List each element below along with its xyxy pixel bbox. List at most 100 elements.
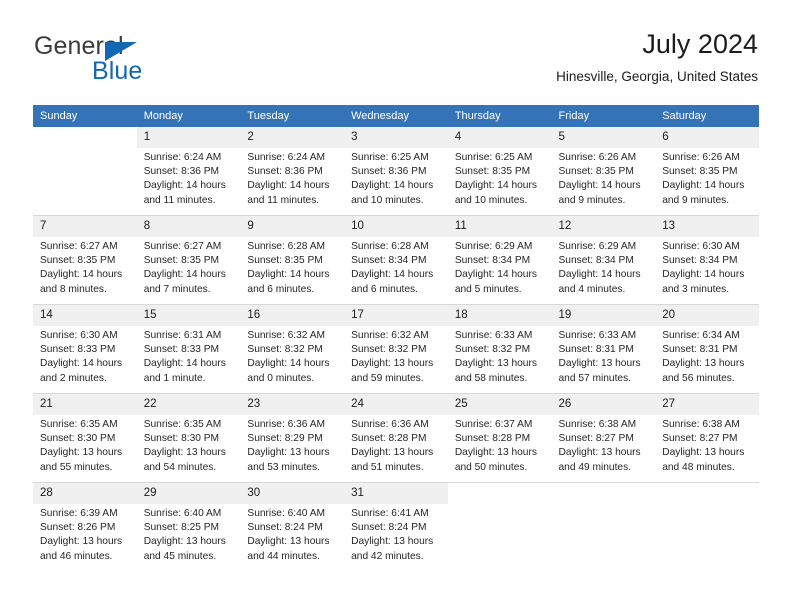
calendar-day-cell[interactable]: 20 Sunrise: 6:34 AM Sunset: 8:31 PM Dayl… <box>655 304 759 394</box>
day-number <box>33 127 137 148</box>
calendar-day-cell[interactable]: 31 Sunrise: 6:41 AM Sunset: 8:24 PM Dayl… <box>344 482 448 571</box>
calendar-day-cell[interactable]: 7 Sunrise: 6:27 AM Sunset: 8:35 PM Dayli… <box>33 215 137 305</box>
calendar-day-cell[interactable]: 9 Sunrise: 6:28 AM Sunset: 8:35 PM Dayli… <box>240 215 345 305</box>
calendar-day-cell[interactable]: 24 Sunrise: 6:36 AM Sunset: 8:28 PM Dayl… <box>344 393 448 483</box>
calendar-day-cell[interactable]: 23 Sunrise: 6:36 AM Sunset: 8:29 PM Dayl… <box>240 393 345 483</box>
sunset-text: Sunset: 8:25 PM <box>143 522 220 534</box>
calendar-day-cell[interactable]: 26 Sunrise: 6:38 AM Sunset: 8:27 PM Dayl… <box>551 393 656 483</box>
day-details: Sunrise: 6:33 AM Sunset: 8:31 PM Dayligh… <box>552 326 656 386</box>
daylight-text-line2: and 11 minutes. <box>143 194 216 206</box>
calendar-week-row: 21 Sunrise: 6:35 AM Sunset: 8:30 PM Dayl… <box>33 393 759 483</box>
daylight-text-line1: Daylight: 13 hours <box>247 447 330 459</box>
daylight-text-line1: Daylight: 14 hours <box>247 358 330 370</box>
sunset-text: Sunset: 8:35 PM <box>247 255 323 267</box>
daylight-text-line1: Daylight: 14 hours <box>454 269 537 281</box>
sunset-text: Sunset: 8:31 PM <box>662 344 738 356</box>
calendar-day-cell[interactable]: 8 Sunrise: 6:27 AM Sunset: 8:35 PM Dayli… <box>136 215 241 305</box>
day-details: Sunrise: 6:28 AM Sunset: 8:34 PM Dayligh… <box>344 237 448 297</box>
calendar-day-cell[interactable]: 17 Sunrise: 6:32 AM Sunset: 8:32 PM Dayl… <box>344 304 448 394</box>
day-details: Sunrise: 6:29 AM Sunset: 8:34 PM Dayligh… <box>552 237 656 297</box>
sunset-text: Sunset: 8:34 PM <box>558 255 634 267</box>
sunrise-text: Sunrise: 6:29 AM <box>454 241 533 252</box>
daylight-text-line2: and 42 minutes. <box>351 550 424 562</box>
calendar-day-cell[interactable]: 4 Sunrise: 6:25 AM Sunset: 8:35 PM Dayli… <box>447 127 552 216</box>
calendar-day-cell[interactable]: 27 Sunrise: 6:38 AM Sunset: 8:27 PM Dayl… <box>655 393 759 483</box>
calendar-day-cell[interactable]: 18 Sunrise: 6:33 AM Sunset: 8:32 PM Dayl… <box>447 304 552 394</box>
brand-logo[interactable]: General Blue <box>34 32 254 92</box>
calendar-day-cell[interactable]: 12 Sunrise: 6:29 AM Sunset: 8:34 PM Dayl… <box>551 215 656 305</box>
daylight-text-line2: and 50 minutes. <box>454 461 528 473</box>
calendar-day-cell[interactable]: 6 Sunrise: 6:26 AM Sunset: 8:35 PM Dayli… <box>655 127 759 216</box>
calendar-day-cell[interactable]: 25 Sunrise: 6:37 AM Sunset: 8:28 PM Dayl… <box>447 393 552 483</box>
day-details: Sunrise: 6:27 AM Sunset: 8:35 PM Dayligh… <box>137 237 241 297</box>
sunset-text: Sunset: 8:35 PM <box>558 166 634 178</box>
calendar-day-cell[interactable]: 22 Sunrise: 6:35 AM Sunset: 8:30 PM Dayl… <box>136 393 241 483</box>
weekday-header-tuesday: Tuesday <box>240 105 345 127</box>
sunset-text: Sunset: 8:36 PM <box>143 166 220 178</box>
sunset-text: Sunset: 8:27 PM <box>558 433 634 445</box>
sunrise-text: Sunrise: 6:24 AM <box>143 152 222 163</box>
calendar-day-cell[interactable]: 1 Sunrise: 6:24 AM Sunset: 8:36 PM Dayli… <box>136 127 241 216</box>
calendar-day-cell[interactable]: 3 Sunrise: 6:25 AM Sunset: 8:36 PM Dayli… <box>344 127 448 216</box>
calendar-day-cell[interactable]: 28 Sunrise: 6:39 AM Sunset: 8:26 PM Dayl… <box>33 482 137 571</box>
daylight-text-line2: and 58 minutes. <box>454 372 528 384</box>
daylight-text-line1: Daylight: 14 hours <box>143 180 226 192</box>
sunset-text: Sunset: 8:36 PM <box>351 166 427 178</box>
day-number: 4 <box>447 127 552 148</box>
calendar-day-cell[interactable]: 19 Sunrise: 6:33 AM Sunset: 8:31 PM Dayl… <box>551 304 656 394</box>
calendar-week-row: 7 Sunrise: 6:27 AM Sunset: 8:35 PM Dayli… <box>33 215 759 305</box>
calendar-day-cell[interactable]: 15 Sunrise: 6:31 AM Sunset: 8:33 PM Dayl… <box>136 304 241 394</box>
sunrise-text: Sunrise: 6:40 AM <box>143 508 222 519</box>
weekday-header-friday: Friday <box>551 105 656 127</box>
calendar-day-cell-empty <box>551 482 656 571</box>
sunrise-text: Sunrise: 6:33 AM <box>558 330 637 341</box>
sunrise-text: Sunrise: 6:27 AM <box>40 241 118 252</box>
day-number: 29 <box>136 483 241 504</box>
brand-name-blue: Blue <box>92 57 143 85</box>
day-number: 31 <box>344 483 448 504</box>
day-number: 13 <box>655 216 759 237</box>
weekday-header-wednesday: Wednesday <box>344 105 448 127</box>
calendar-day-cell[interactable]: 13 Sunrise: 6:30 AM Sunset: 8:34 PM Dayl… <box>655 215 759 305</box>
daylight-text-line2: and 57 minutes. <box>558 372 632 384</box>
calendar-day-cell[interactable]: 30 Sunrise: 6:40 AM Sunset: 8:24 PM Dayl… <box>240 482 345 571</box>
calendar-day-cell[interactable]: 14 Sunrise: 6:30 AM Sunset: 8:33 PM Dayl… <box>33 304 137 394</box>
daylight-text-line1: Daylight: 13 hours <box>40 447 123 459</box>
sunrise-text: Sunrise: 6:25 AM <box>351 152 429 163</box>
sunset-text: Sunset: 8:27 PM <box>662 433 738 445</box>
sunset-text: Sunset: 8:32 PM <box>454 344 531 356</box>
day-number: 1 <box>136 127 241 148</box>
day-details: Sunrise: 6:39 AM Sunset: 8:26 PM Dayligh… <box>33 504 137 564</box>
daylight-text-line1: Daylight: 13 hours <box>558 358 641 370</box>
page-title: July 2024 <box>642 29 758 59</box>
calendar-day-cell[interactable]: 29 Sunrise: 6:40 AM Sunset: 8:25 PM Dayl… <box>136 482 241 571</box>
day-details: Sunrise: 6:31 AM Sunset: 8:33 PM Dayligh… <box>137 326 241 386</box>
calendar-day-cell[interactable]: 16 Sunrise: 6:32 AM Sunset: 8:32 PM Dayl… <box>240 304 345 394</box>
daylight-text-line1: Daylight: 13 hours <box>351 536 434 548</box>
calendar-week-row: 1 Sunrise: 6:24 AM Sunset: 8:36 PM Dayli… <box>33 127 759 216</box>
day-number: 22 <box>136 394 241 415</box>
sunrise-text: Sunrise: 6:27 AM <box>143 241 222 252</box>
daylight-text-line2: and 7 minutes. <box>143 283 211 295</box>
day-number <box>448 483 552 504</box>
sunset-text: Sunset: 8:26 PM <box>40 522 116 534</box>
calendar-day-cell[interactable]: 5 Sunrise: 6:26 AM Sunset: 8:35 PM Dayli… <box>551 127 656 216</box>
day-details: Sunrise: 6:35 AM Sunset: 8:30 PM Dayligh… <box>33 415 137 475</box>
calendar-day-cell[interactable]: 10 Sunrise: 6:28 AM Sunset: 8:34 PM Dayl… <box>344 215 448 305</box>
daylight-text-line2: and 44 minutes. <box>247 550 320 562</box>
day-details: Sunrise: 6:38 AM Sunset: 8:27 PM Dayligh… <box>655 415 759 475</box>
daylight-text-line1: Daylight: 14 hours <box>662 269 745 281</box>
calendar-day-cell[interactable]: 11 Sunrise: 6:29 AM Sunset: 8:34 PM Dayl… <box>447 215 552 305</box>
sunset-text: Sunset: 8:29 PM <box>247 433 323 445</box>
calendar-day-cell[interactable]: 2 Sunrise: 6:24 AM Sunset: 8:36 PM Dayli… <box>240 127 345 216</box>
daylight-text-line2: and 6 minutes. <box>247 283 315 295</box>
day-details: Sunrise: 6:33 AM Sunset: 8:32 PM Dayligh… <box>448 326 552 386</box>
calendar-body: 1 Sunrise: 6:24 AM Sunset: 8:36 PM Dayli… <box>33 127 759 571</box>
daylight-text-line2: and 9 minutes. <box>558 194 626 206</box>
calendar-day-cell[interactable]: 21 Sunrise: 6:35 AM Sunset: 8:30 PM Dayl… <box>33 393 137 483</box>
day-details: Sunrise: 6:36 AM Sunset: 8:29 PM Dayligh… <box>240 415 344 475</box>
sunrise-text: Sunrise: 6:37 AM <box>454 419 533 430</box>
day-details: Sunrise: 6:28 AM Sunset: 8:35 PM Dayligh… <box>240 237 344 297</box>
daylight-text-line2: and 6 minutes. <box>351 283 418 295</box>
day-number: 14 <box>33 305 137 326</box>
